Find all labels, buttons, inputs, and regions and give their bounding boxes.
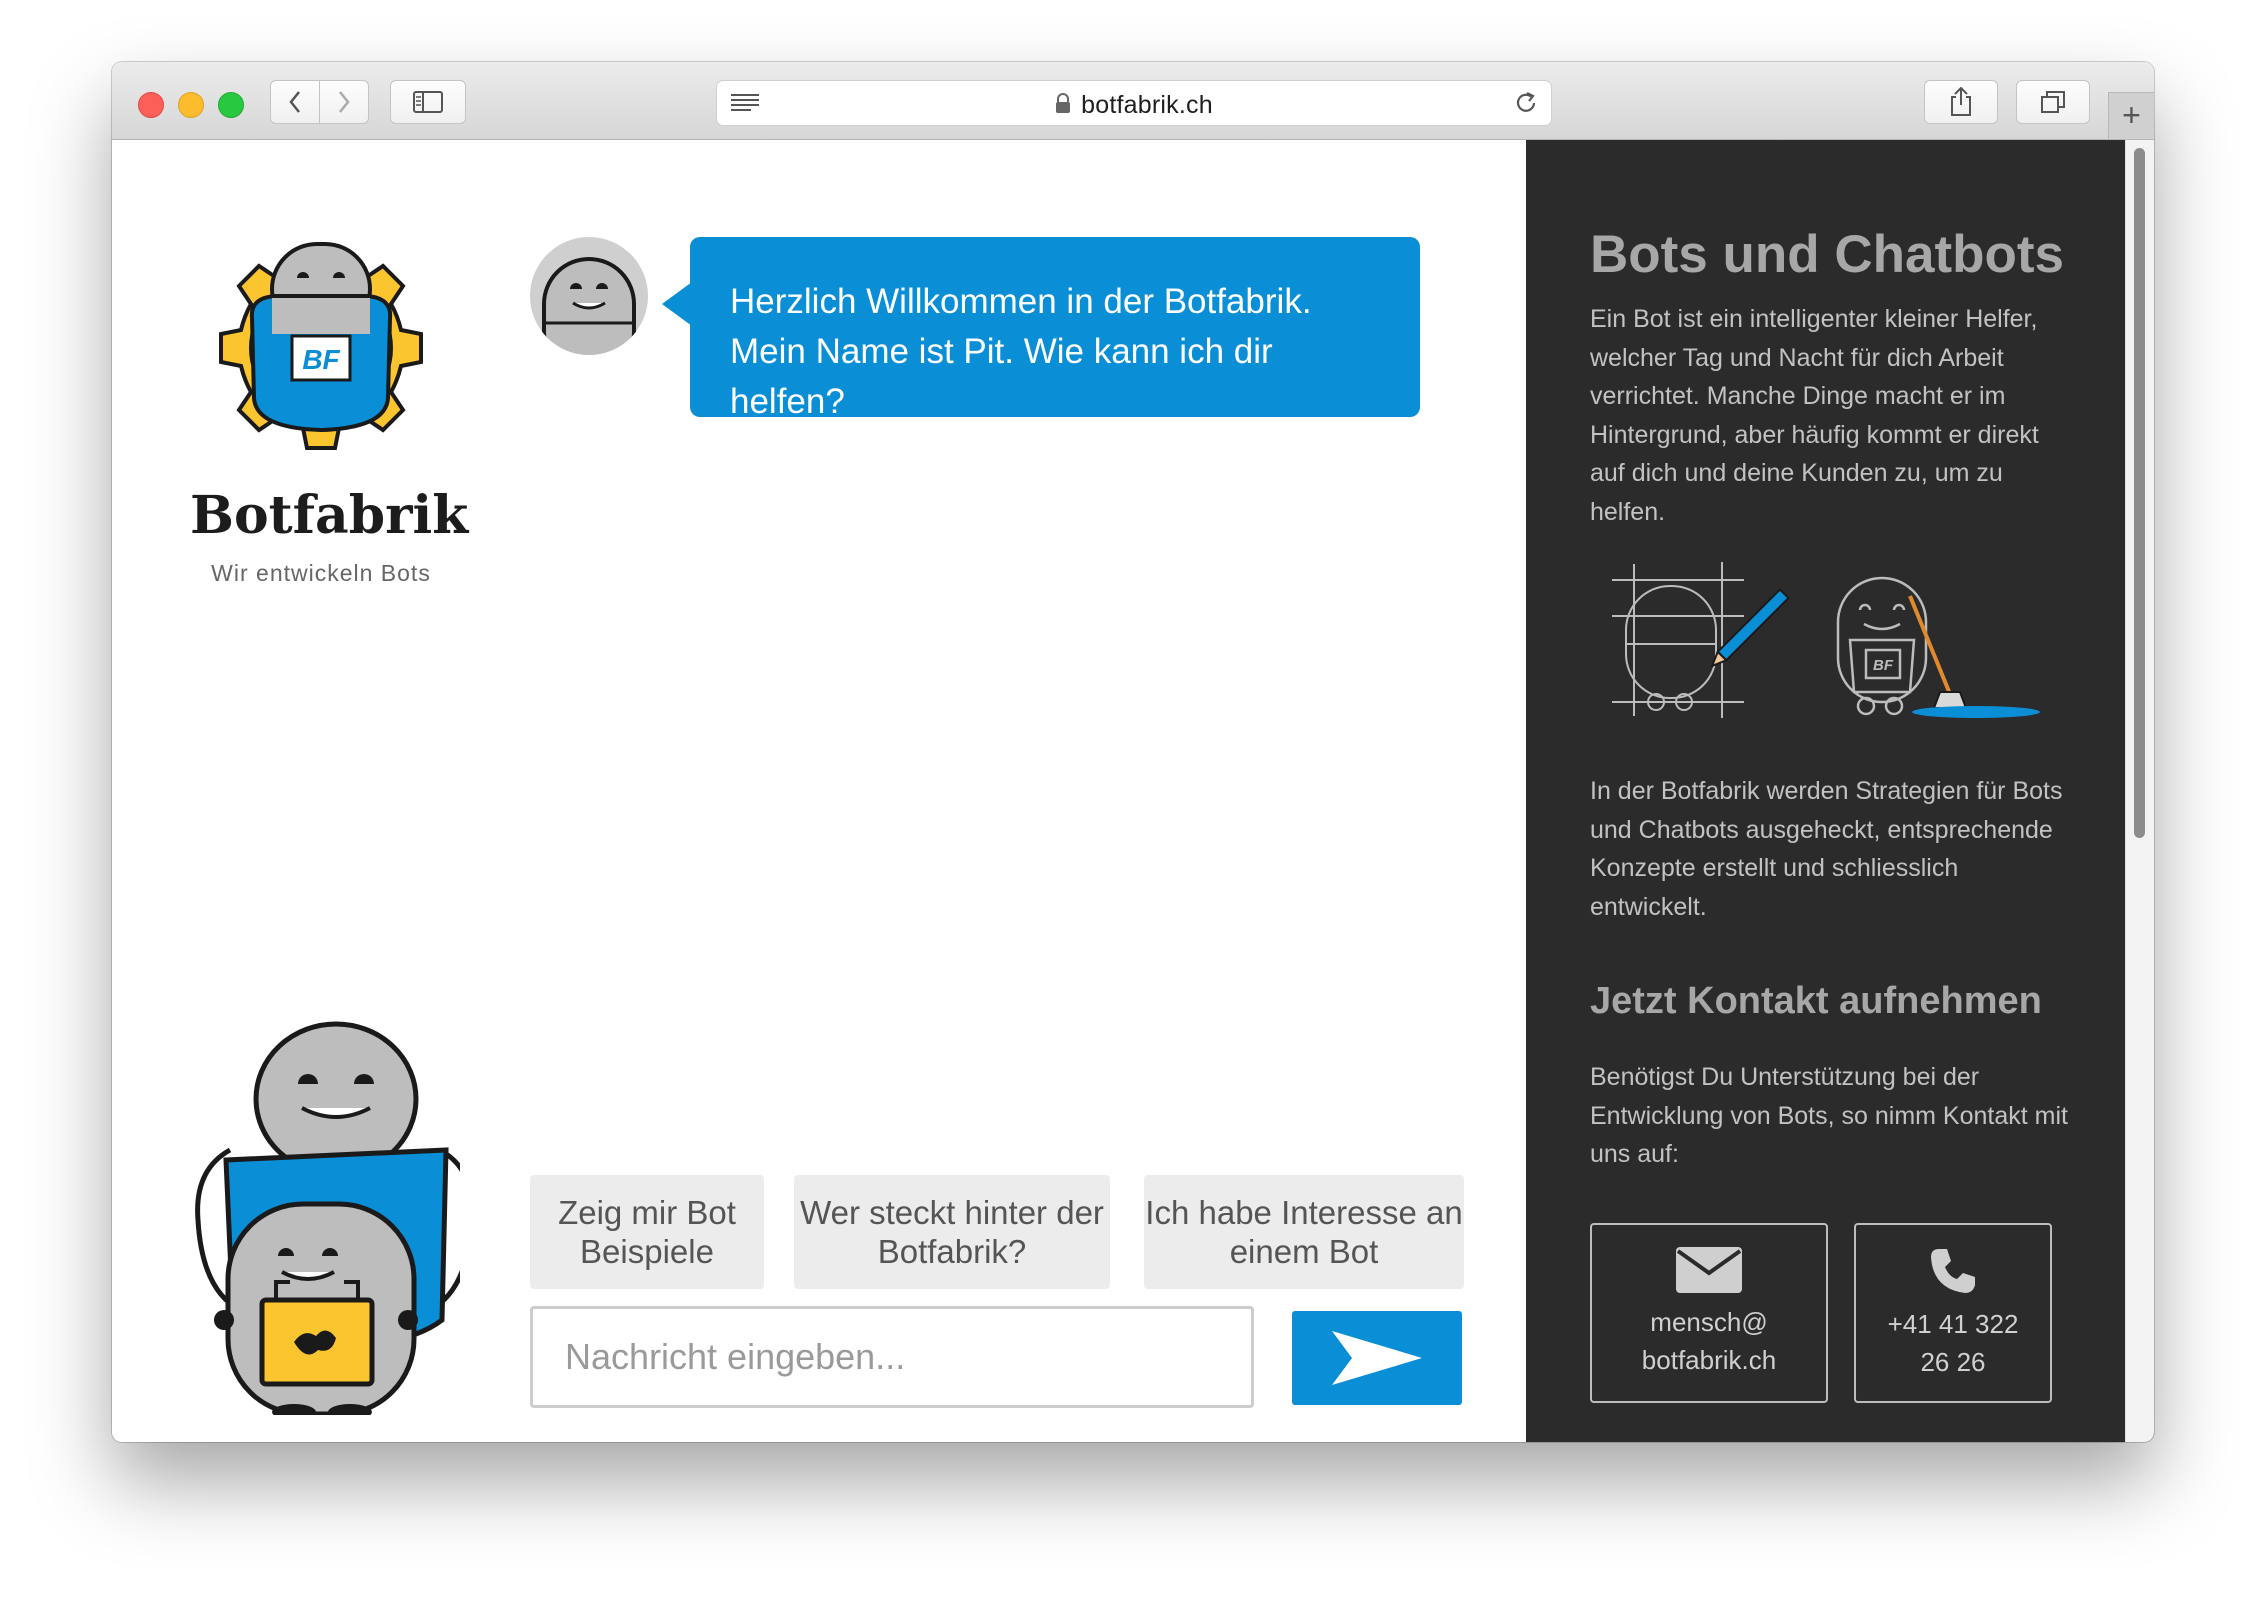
contact-text: Benötigst Du Unterstützung bei der Entwi…	[1590, 1063, 2068, 1168]
brand-tagline: Wir entwickeln Bots	[211, 560, 431, 586]
robot-sketch-illustration: BF	[1612, 562, 2040, 718]
back-button[interactable]	[270, 80, 320, 124]
message-input[interactable]	[530, 1306, 1254, 1408]
browser-toolbar: botfabrik.ch +	[112, 62, 2154, 140]
phone-contact-button[interactable]: +41 41 322 26 26	[1854, 1223, 2052, 1403]
chat-pane: BF Botfabrik Wir entwickeln Bots Herzlic…	[112, 140, 1526, 1442]
botfabrik-logo: BF	[219, 242, 423, 450]
email-line-2: botfabrik.ch	[1641, 1345, 1777, 1375]
bot-avatar	[530, 237, 648, 355]
welcome-message: Herzlich Willkommen in der Botfabrik. Me…	[662, 237, 1420, 421]
reload-icon[interactable]	[1513, 90, 1539, 116]
forward-button[interactable]	[319, 80, 369, 124]
tabs-overview-button[interactable]	[2016, 80, 2090, 124]
quick-reply-examples[interactable]: Zeig mir Bot Beispiele	[530, 1175, 764, 1289]
browser-window: botfabrik.ch + BF Botfabrik Wir entwicke…	[112, 62, 2154, 1442]
phone-line-2: 26 26	[1920, 1347, 1986, 1377]
url-display: botfabrik.ch	[717, 91, 1551, 120]
envelope-icon	[1676, 1247, 1742, 1293]
zoom-window-button[interactable]	[218, 92, 244, 118]
robot-face-icon	[542, 257, 636, 355]
phone-line-1: +41 41 322	[1887, 1309, 2019, 1339]
chevron-left-icon	[289, 91, 300, 113]
plus-icon: +	[2122, 97, 2141, 133]
sidebar-icon	[413, 91, 443, 113]
sidebar-intro-text: Ein Bot ist ein intelligenter kleiner He…	[1590, 305, 2039, 526]
email-contact-button[interactable]: mensch@ botfabrik.ch	[1590, 1223, 1828, 1403]
new-tab-button[interactable]: +	[2108, 92, 2154, 139]
sidebar-title: Bots und Chatbots	[1590, 225, 2064, 284]
robot-illustration	[195, 1021, 460, 1415]
lock-icon	[1056, 93, 1071, 114]
sidebar-toggle-button[interactable]	[390, 80, 466, 124]
brand-name: Botfabrik	[190, 485, 469, 546]
url-text: botfabrik.ch	[1081, 91, 1213, 119]
logo-badge-text: BF	[302, 344, 340, 375]
tabs-icon	[2041, 91, 2065, 113]
contact-heading: Jetzt Kontakt aufnehmen	[1590, 980, 2042, 1022]
share-icon	[1951, 87, 1971, 116]
send-arrow-icon	[1332, 1331, 1422, 1385]
page-content: BF Botfabrik Wir entwickeln Bots Herzlic…	[112, 140, 2154, 1442]
phone-icon	[1931, 1249, 1975, 1293]
quick-reply-interest[interactable]: Ich habe Interesse an einem Bot	[1144, 1175, 1464, 1289]
info-sidebar: Bots und Chatbots Ein Bot ist ein intell…	[1526, 140, 2154, 1442]
scrollbar-thumb[interactable]	[2134, 148, 2145, 838]
address-bar[interactable]: botfabrik.ch	[716, 80, 1552, 126]
sidebar-strategy-text: In der Botfabrik werden Strategien für B…	[1590, 777, 2063, 921]
chevron-right-icon	[339, 91, 350, 113]
close-window-button[interactable]	[138, 92, 164, 118]
sketch-badge-text: BF	[1873, 657, 1894, 674]
share-button[interactable]	[1924, 80, 1998, 124]
scrollbar[interactable]	[2125, 140, 2154, 1442]
quick-reply-about[interactable]: Wer steckt hinter der Botfabrik?	[794, 1175, 1110, 1289]
minimize-window-button[interactable]	[178, 92, 204, 118]
send-button[interactable]	[1292, 1311, 1462, 1405]
email-line-1: mensch@	[1650, 1307, 1768, 1337]
